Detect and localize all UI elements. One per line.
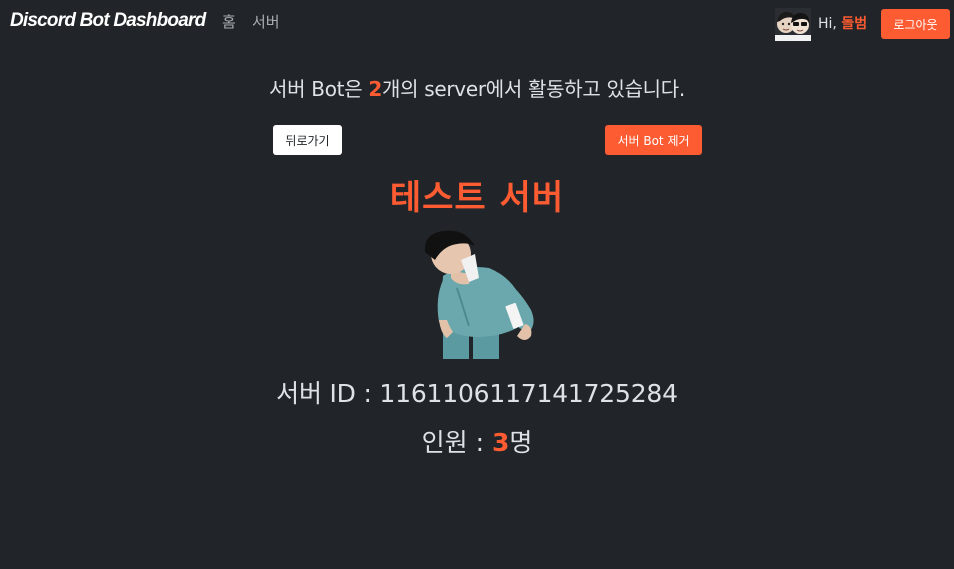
back-button[interactable]: 뒤로가기 (273, 125, 342, 155)
server-id: 서버 ID : 1161106117141725284 (276, 379, 678, 408)
summary-prefix: 서버 Bot은 (269, 77, 369, 101)
server-name: 테스트 서버 (389, 178, 565, 218)
username: 돌범 (841, 16, 868, 32)
nav-link-home[interactable]: 홈 (222, 11, 236, 32)
members-number: 3 (491, 428, 510, 457)
server-count: 2 (368, 77, 382, 101)
remove-bot-button[interactable]: 서버 Bot 제거 (605, 125, 702, 155)
user-avatar (775, 8, 811, 41)
member-count: 인원 : 3명 (0, 423, 954, 459)
user-greeting: Hi, 돌범 (818, 13, 867, 33)
bot-summary: 서버 Bot은 2개의 server에서 활동하고 있습니다. (0, 73, 954, 102)
greeting-prefix: Hi, (818, 16, 842, 32)
logout-button[interactable]: 로그아웃 (881, 9, 950, 39)
members-prefix: 인원 : (421, 428, 492, 457)
navbar: Discord Bot Dashboard 홈 서버 Hi, 돌범 로그아웃 (0, 0, 954, 46)
nav-link-server[interactable]: 서버 (252, 11, 280, 32)
summary-suffix: 개의 server에서 활동하고 있습니다. (382, 77, 685, 101)
members-suffix: 명 (509, 428, 533, 457)
server-icon-image (424, 230, 534, 359)
brand-link[interactable]: Discord Bot Dashboard (10, 10, 206, 32)
